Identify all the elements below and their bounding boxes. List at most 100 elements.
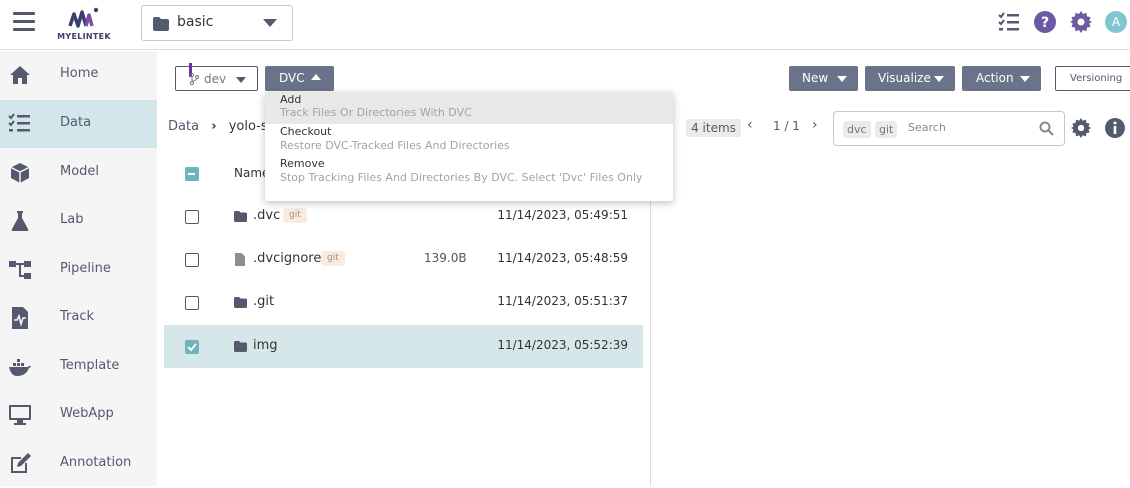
file-date: 11/14/2023, 05:48:59 [497, 251, 628, 265]
chevron-down-icon [236, 77, 246, 83]
sidebar-item-webapp[interactable]: WebApp [0, 391, 157, 439]
file-size: 139.0B [424, 251, 467, 265]
flask-icon [11, 211, 29, 231]
file-date: 11/14/2023, 05:52:39 [497, 338, 628, 352]
versioning-label: Versioning [1070, 73, 1123, 84]
dvc-button[interactable]: DVC [265, 66, 334, 91]
docker-icon [9, 359, 31, 376]
app-logo[interactable]: MYELINTEK [50, 4, 118, 44]
cube-icon [10, 163, 30, 183]
sidebar-item-label: Lab [60, 212, 84, 227]
sidebar-item-label: Model [60, 164, 100, 179]
sidebar-item-label: Annotation [60, 455, 132, 470]
file-date: 11/14/2023, 05:51:37 [497, 294, 628, 308]
sidebar-item-label: Template [60, 358, 120, 373]
action-button[interactable]: Action [962, 66, 1041, 91]
git-tag: git [321, 251, 345, 266]
next-page-icon[interactable]: › [812, 117, 818, 133]
menu-item-title: Add [280, 93, 302, 106]
file-name[interactable]: .git [253, 294, 274, 309]
action-label: Action [976, 71, 1014, 85]
sidebar-item-model[interactable]: Model [0, 149, 157, 197]
row-checkbox[interactable] [185, 253, 199, 267]
row-checkbox[interactable] [185, 296, 199, 310]
visualize-button[interactable]: Visualize [865, 66, 955, 91]
help-icon[interactable]: ? [1034, 11, 1056, 33]
list-icon [8, 113, 30, 132]
home-icon [10, 66, 30, 84]
folder-icon [234, 211, 247, 222]
items-count-badge: 4 items [686, 119, 741, 137]
folder-icon [234, 341, 247, 352]
folder-icon [234, 297, 247, 308]
gear-icon[interactable] [1070, 11, 1092, 33]
chevron-up-icon [311, 74, 321, 80]
branch-icon [190, 73, 199, 85]
breadcrumb: Data › yolo-sa [168, 119, 276, 134]
menu-icon[interactable] [13, 12, 35, 32]
dvc-menu-item-add[interactable]: Add Track Files Or Directories With DVC [265, 92, 673, 124]
menu-item-desc: Track Files Or Directories With DVC [280, 106, 472, 119]
dvc-menu-item-remove[interactable]: Remove Stop Tracking Files And Directori… [265, 156, 673, 201]
sidebar-item-lab[interactable]: Lab [0, 197, 157, 245]
dvc-menu-item-checkout[interactable]: Checkout Restore DVC-Tracked Files And D… [265, 124, 673, 156]
chevron-down-icon [1020, 76, 1030, 82]
svg-text:?: ? [1041, 15, 1049, 31]
avatar[interactable]: A [1105, 11, 1127, 33]
row-checkbox[interactable] [185, 340, 199, 354]
table-row[interactable]: .dvc git 11/14/2023, 05:49:51 [164, 195, 643, 238]
indeterminate-mark [188, 172, 195, 175]
settings-gear-icon[interactable] [1071, 118, 1091, 138]
versioning-button[interactable]: Versioning [1055, 66, 1130, 91]
sidebar-item-annotation[interactable]: Annotation [0, 440, 157, 488]
sidebar-item-track[interactable]: Track [0, 294, 157, 342]
new-label: New [802, 71, 829, 85]
sidebar-item-data[interactable]: Data [0, 100, 157, 148]
project-name: basic [177, 14, 214, 30]
sidebar-item-label: Track [60, 309, 95, 324]
breadcrumb-root[interactable]: Data [168, 119, 199, 134]
search-box[interactable]: dvc git Search [833, 111, 1065, 146]
file-name[interactable]: img [253, 338, 278, 353]
top-bar: MYELINTEK basic ? A [0, 0, 1130, 50]
task-list-icon[interactable] [998, 12, 1020, 32]
dvc-label: DVC [279, 71, 305, 85]
file-name[interactable]: .dvcignore [253, 251, 321, 266]
row-checkbox[interactable] [185, 210, 199, 224]
prev-page-icon[interactable]: ‹ [747, 117, 753, 133]
monitor-icon [9, 405, 31, 425]
table-row[interactable]: .git 11/14/2023, 05:51:37 [164, 281, 643, 324]
project-select[interactable]: basic [141, 5, 293, 41]
search-tag-git[interactable]: git [875, 121, 898, 138]
sidebar-item-label: Data [60, 115, 92, 130]
check-icon [187, 343, 197, 352]
logo-text: MYELINTEK [57, 32, 111, 41]
visualize-label: Visualize [878, 71, 931, 85]
pipeline-icon [9, 261, 31, 279]
file-name[interactable]: .dvc [253, 208, 280, 223]
chevron-down-icon [837, 76, 847, 82]
sidebar-item-template[interactable]: Template [0, 343, 157, 391]
table-row[interactable]: .dvcignore git 139.0B 11/14/2023, 05:48:… [164, 238, 643, 281]
file-icon [235, 253, 245, 266]
menu-item-desc: Stop Tracking Files And Directories By D… [280, 171, 643, 184]
search-icon[interactable] [1039, 121, 1054, 136]
menu-item-title: Remove [280, 157, 325, 170]
new-button[interactable]: New [789, 66, 858, 91]
sidebar-item-label: Pipeline [60, 261, 111, 276]
table-row[interactable]: img 11/14/2023, 05:52:39 [164, 325, 643, 368]
search-input[interactable]: Search [908, 121, 946, 134]
sidebar-item-label: WebApp [60, 406, 114, 421]
search-tag-dvc[interactable]: dvc [843, 121, 871, 138]
sidebar-item-home[interactable]: Home [0, 51, 157, 99]
menu-item-desc: Restore DVC-Tracked Files And Directorie… [280, 139, 510, 152]
logo-mark-icon [68, 7, 99, 28]
menu-item-title: Checkout [280, 125, 332, 138]
page-indicator: 1 / 1 [773, 119, 800, 133]
sidebar-item-pipeline[interactable]: Pipeline [0, 246, 157, 294]
info-icon[interactable] [1105, 118, 1125, 138]
branch-label: dev [204, 72, 227, 86]
select-all-checkbox[interactable] [185, 167, 199, 181]
branch-select[interactable]: dev [175, 63, 258, 91]
dvc-dropdown-menu: Add Track Files Or Directories With DVC … [265, 92, 673, 201]
